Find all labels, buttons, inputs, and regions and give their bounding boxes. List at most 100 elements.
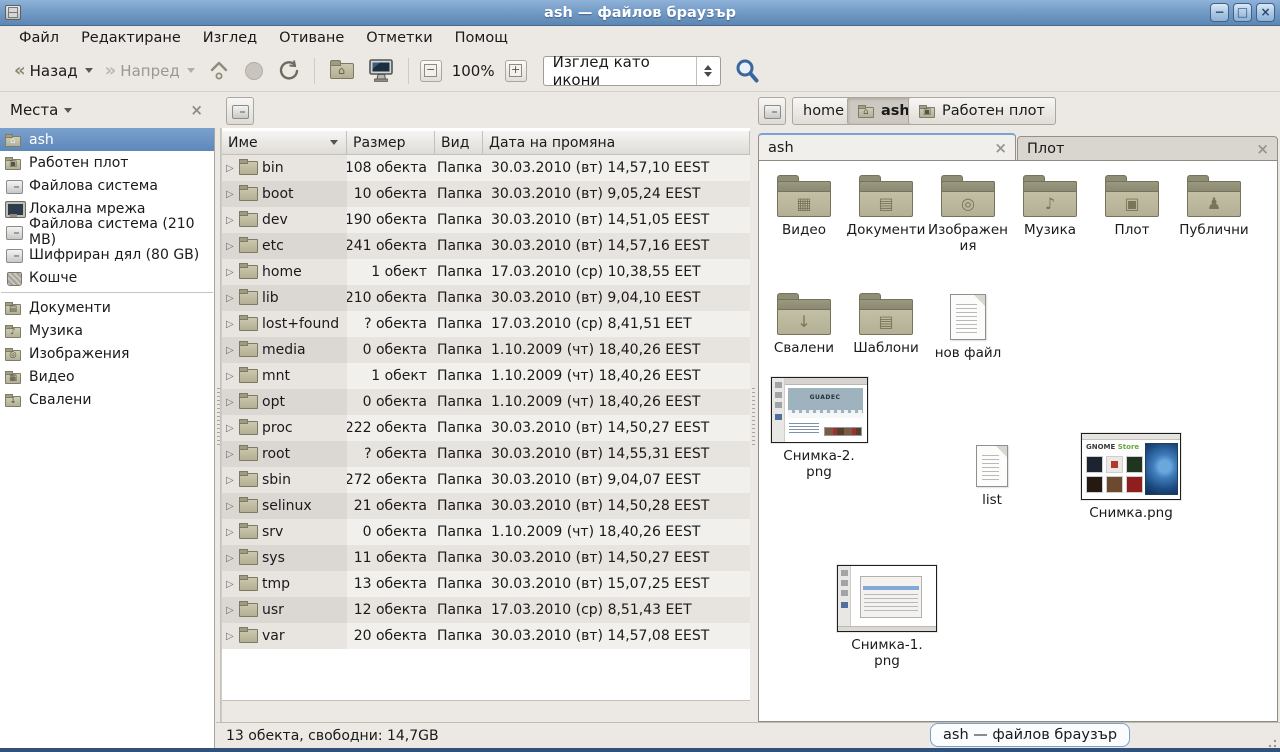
zoom-in-button[interactable]: +	[505, 60, 527, 82]
column-header-type[interactable]: Вид	[435, 131, 483, 154]
expander-icon[interactable]: ▷	[226, 163, 235, 174]
sidebar-item[interactable]: ▤ Документи	[0, 296, 214, 319]
expander-icon[interactable]: ▷	[226, 449, 235, 460]
table-row[interactable]: ▷proc 222 обекта Папка 30.03.2010 (вт) 1…	[222, 415, 750, 441]
tab-close-icon[interactable]: ×	[1256, 140, 1269, 158]
folder-item[interactable]: ◎ Изображен ия	[927, 171, 1009, 254]
path-root-button[interactable]	[758, 97, 786, 125]
combo-spinner-icon[interactable]	[696, 57, 720, 85]
zoom-out-button[interactable]: −	[420, 60, 442, 82]
maximize-button[interactable]: □	[1233, 3, 1252, 22]
folder-item[interactable]: ♟ Публични	[1173, 171, 1255, 254]
image-item-snimka[interactable]: GNOME Store Снимка.png	[1079, 433, 1183, 521]
table-row[interactable]: ▷sys 11 обекта Папка 30.03.2010 (вт) 14,…	[222, 545, 750, 571]
table-row[interactable]: ▷home 1 обект Папка 17.03.2010 (ср) 10,3…	[222, 259, 750, 285]
table-row[interactable]: ▷lost+found ? обекта Папка 17.03.2010 (с…	[222, 311, 750, 337]
sidebar-item[interactable]: Кошче	[0, 266, 214, 289]
search-button[interactable]	[733, 57, 761, 85]
tab-ash[interactable]: ash ×	[758, 133, 1016, 161]
expander-icon[interactable]: ▷	[226, 241, 235, 252]
expander-icon[interactable]: ▷	[226, 579, 235, 590]
table-row[interactable]: ▷mnt 1 обект Папка 1.10.2009 (чт) 18,40,…	[222, 363, 750, 389]
image-item-snimka2[interactable]: GUADEC Снимка-2. png	[769, 377, 869, 480]
table-row[interactable]: ▷var 20 обекта Папка 30.03.2010 (вт) 14,…	[222, 623, 750, 649]
menu-item[interactable]: Файл	[8, 28, 70, 48]
close-button[interactable]: ×	[1256, 3, 1275, 22]
folder-item[interactable]: ▣ Плот	[1091, 171, 1173, 254]
tree-scrollbar-area[interactable]	[222, 700, 750, 722]
icon-view[interactable]: ▦ Видео ▤ Документи ◎ Изображен ия ♪ Муз…	[758, 160, 1278, 722]
tab-close-icon[interactable]: ×	[994, 139, 1007, 157]
file-item-list[interactable]: list	[951, 445, 1033, 508]
table-row[interactable]: ▷boot 10 обекта Папка 30.03.2010 (вт) 9,…	[222, 181, 750, 207]
panes-splitter[interactable]	[750, 128, 758, 722]
table-row[interactable]: ▷bin 108 обекта Папка 30.03.2010 (вт) 14…	[222, 155, 750, 181]
places-header[interactable]: Места ×	[0, 92, 215, 128]
folder-item[interactable]: ▤ Документи	[845, 171, 927, 254]
table-row[interactable]: ▷lib 210 обекта Папка 30.03.2010 (вт) 9,…	[222, 285, 750, 311]
table-row[interactable]: ▷media 0 обекта Папка 1.10.2009 (чт) 18,…	[222, 337, 750, 363]
view-mode-select[interactable]: Изглед като икони	[543, 56, 721, 86]
expander-icon[interactable]: ▷	[226, 475, 235, 486]
sidebar-item[interactable]: Файлова система	[0, 174, 214, 197]
expander-icon[interactable]: ▷	[226, 345, 235, 356]
forward-button[interactable]: » Напред	[99, 59, 201, 83]
sidebar-item[interactable]: ▣ Работен плот	[0, 151, 214, 174]
minimize-button[interactable]: −	[1210, 3, 1229, 22]
places-close-icon[interactable]: ×	[190, 101, 203, 119]
computer-button[interactable]	[368, 58, 395, 84]
home-button[interactable]: ⌂	[330, 63, 354, 79]
table-row[interactable]: ▷dev 190 обекта Папка 30.03.2010 (вт) 14…	[222, 207, 750, 233]
expander-icon[interactable]: ▷	[226, 319, 235, 330]
expander-icon[interactable]: ▷	[226, 553, 235, 564]
image-item-snimka1[interactable]: Снимка-1. png	[835, 565, 939, 669]
menu-item[interactable]: Изглед	[192, 28, 268, 48]
table-row[interactable]: ▷sbin 272 обекта Папка 30.03.2010 (вт) 9…	[222, 467, 750, 493]
expander-icon[interactable]: ▷	[226, 501, 235, 512]
expander-icon[interactable]: ▷	[226, 631, 235, 642]
column-header-date[interactable]: Дата на промяна	[483, 131, 750, 154]
resize-grip[interactable]	[1267, 738, 1277, 748]
expander-icon[interactable]: ▷	[226, 293, 235, 304]
folder-item[interactable]: ▦ Видео	[763, 171, 845, 254]
expander-icon[interactable]: ▷	[226, 397, 235, 408]
sidebar-item[interactable]: Файлова система (210 MB)	[0, 220, 214, 243]
sidebar-item[interactable]: ♪ Музика	[0, 319, 214, 342]
sidebar-item[interactable]: ▦ Видео	[0, 365, 214, 388]
titlebar[interactable]: ash — файлов браузър − □ ×	[0, 0, 1280, 26]
column-header-size[interactable]: Размер	[347, 131, 435, 154]
table-row[interactable]: ▷opt 0 обекта Папка 1.10.2009 (чт) 18,40…	[222, 389, 750, 415]
sidebar-item[interactable]: ↓ Свалени	[0, 388, 214, 411]
folder-item[interactable]: ▤ Шаблони	[845, 289, 927, 356]
sidebar-item[interactable]: ⌂ ash	[0, 128, 214, 151]
expander-icon[interactable]: ▷	[226, 215, 235, 226]
column-header-name[interactable]: Име	[222, 131, 347, 154]
places-dropdown-icon[interactable]	[64, 108, 72, 113]
tab-plot[interactable]: Плот ×	[1017, 136, 1278, 161]
folder-item[interactable]: ♪ Музика	[1009, 171, 1091, 254]
expander-icon[interactable]: ▷	[226, 371, 235, 382]
reload-button[interactable]	[277, 59, 301, 83]
expander-icon[interactable]: ▷	[226, 605, 235, 616]
expander-icon[interactable]: ▷	[226, 267, 235, 278]
expander-icon[interactable]: ▷	[226, 527, 235, 538]
path-button-home[interactable]: home	[792, 97, 855, 125]
menu-item[interactable]: Помощ	[444, 28, 519, 48]
table-row[interactable]: ▷root ? обекта Папка 30.03.2010 (вт) 14,…	[222, 441, 750, 467]
tree-root-button[interactable]	[226, 97, 254, 125]
folder-item[interactable]: ↓ Свалени	[763, 289, 845, 356]
expander-icon[interactable]: ▷	[226, 423, 235, 434]
table-row[interactable]: ▷selinux 21 обекта Папка 30.03.2010 (вт)…	[222, 493, 750, 519]
go-up-button[interactable]	[207, 59, 231, 83]
back-dropdown-icon[interactable]	[85, 68, 93, 73]
back-button[interactable]: « Назад	[8, 59, 99, 83]
path-button-desktop[interactable]: ▣ Работен плот	[908, 97, 1056, 125]
table-row[interactable]: ▷usr 12 обекта Папка 17.03.2010 (ср) 8,5…	[222, 597, 750, 623]
menu-item[interactable]: Отметки	[355, 28, 443, 48]
sidebar-item[interactable]: Шифриран дял (80 GB)	[0, 243, 214, 266]
table-row[interactable]: ▷tmp 13 обекта Папка 30.03.2010 (вт) 15,…	[222, 571, 750, 597]
file-item-new-file[interactable]: нов файл	[927, 294, 1009, 361]
sidebar-item[interactable]: ◎ Изображения	[0, 342, 214, 365]
menu-item[interactable]: Редактиране	[70, 28, 192, 48]
menu-item[interactable]: Отиване	[268, 28, 355, 48]
